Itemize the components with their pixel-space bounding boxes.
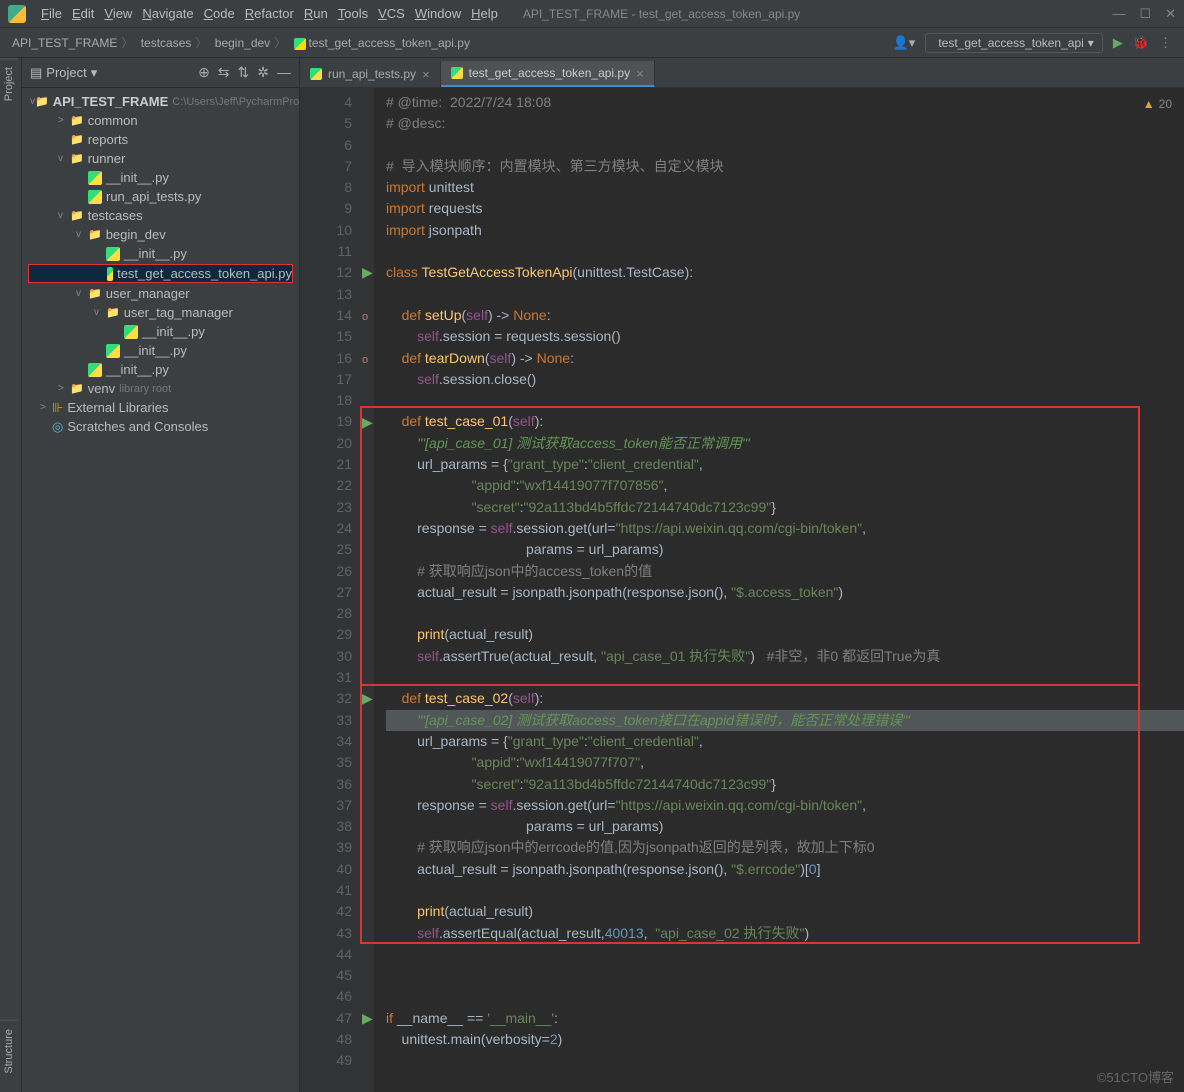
tree-item[interactable]: __init__.py xyxy=(22,244,299,263)
structure-tool-tab[interactable]: Structure xyxy=(0,1020,18,1082)
menu-tools[interactable]: Tools xyxy=(333,6,373,21)
tree-item[interactable]: __init__.py xyxy=(22,360,299,379)
chevron-down-icon: ▾ xyxy=(1088,36,1094,50)
gear-icon[interactable]: ✲ xyxy=(257,64,269,81)
tree-item[interactable]: v📁user_tag_manager xyxy=(22,303,299,322)
source-code[interactable]: ▲ 20 # @time: 2022/7/24 18:08# @desc:# 导… xyxy=(374,88,1184,1092)
hide-icon[interactable]: — xyxy=(277,64,291,81)
inspection-summary[interactable]: ▲ 20 xyxy=(1143,94,1172,115)
tree-item[interactable]: v📁begin_dev xyxy=(22,225,299,244)
tree-item[interactable]: 📁reports xyxy=(22,130,299,149)
debug-button[interactable]: 🐞 xyxy=(1133,35,1149,51)
app-logo-icon xyxy=(8,5,26,23)
left-tool-stripe: Project Structure xyxy=(0,58,22,1092)
project-sidebar: ▤ Project ▾ ⊕ ⇆ ⇅ ✲ — v📁API_TEST_FRAMEC:… xyxy=(22,58,300,1092)
project-tool-tab[interactable]: Project xyxy=(0,58,18,109)
gutter-marks: ▶▶▶▶oo xyxy=(360,88,374,1092)
breadcrumb[interactable]: API_TEST_FRAME〉 testcases〉 begin_dev〉 te… xyxy=(12,34,470,51)
user-icon[interactable]: 👤▾ xyxy=(893,35,916,51)
line-gutter[interactable]: 4567891011121314151617181920212223242526… xyxy=(300,88,360,1092)
menu-view[interactable]: View xyxy=(99,6,137,21)
tree-item[interactable]: __init__.py xyxy=(22,168,299,187)
menu-vcs[interactable]: VCS xyxy=(373,6,410,21)
tree-item[interactable]: test_get_access_token_api.py xyxy=(28,264,293,283)
tree-item[interactable]: >📁common xyxy=(22,111,299,130)
close-tab-icon[interactable]: × xyxy=(636,66,644,81)
menu-run[interactable]: Run xyxy=(299,6,333,21)
menu-refactor[interactable]: Refactor xyxy=(240,6,299,21)
editor-area: run_api_tests.py×test_get_access_token_a… xyxy=(300,58,1184,1092)
menu-window[interactable]: Window xyxy=(410,6,466,21)
collapse-icon[interactable]: ⇅ xyxy=(238,64,250,81)
run-config-selector[interactable]: test_get_access_token_api ▾ xyxy=(925,33,1102,53)
project-view-selector[interactable]: ▤ Project ▾ xyxy=(30,65,97,81)
nav-bar: API_TEST_FRAME〉 testcases〉 begin_dev〉 te… xyxy=(0,28,1184,58)
tree-item[interactable]: __init__.py xyxy=(22,341,299,360)
folder-icon: ▤ xyxy=(30,65,42,81)
locate-icon[interactable]: ⊕ xyxy=(198,64,210,81)
chevron-down-icon: ▾ xyxy=(91,65,98,81)
tree-item[interactable]: __init__.py xyxy=(22,322,299,341)
tree-item[interactable]: v📁user_manager xyxy=(22,284,299,303)
menu-edit[interactable]: Edit xyxy=(67,6,99,21)
tree-item[interactable]: v📁runner xyxy=(22,149,299,168)
tree-item[interactable]: ◎Scratches and Consoles xyxy=(22,417,299,436)
run-button[interactable]: ▶ xyxy=(1113,35,1123,51)
editor-tab[interactable]: test_get_access_token_api.py× xyxy=(441,61,655,87)
tree-item[interactable]: v📁testcases xyxy=(22,206,299,225)
more-actions-icon[interactable]: ⋮ xyxy=(1159,35,1172,51)
editor-tab[interactable]: run_api_tests.py× xyxy=(300,61,441,87)
close-icon[interactable]: ✕ xyxy=(1165,6,1176,22)
menu-navigate[interactable]: Navigate xyxy=(137,6,198,21)
window-title: API_TEST_FRAME - test_get_access_token_a… xyxy=(523,7,800,21)
menu-bar: FileEditViewNavigateCodeRefactorRunTools… xyxy=(0,0,1184,28)
menu-file[interactable]: File xyxy=(36,6,67,21)
editor-tabs: run_api_tests.py×test_get_access_token_a… xyxy=(300,58,1184,88)
tree-root[interactable]: v📁API_TEST_FRAMEC:\Users\Jeff\PycharmPro xyxy=(22,92,299,111)
python-icon xyxy=(294,38,306,50)
minimize-icon[interactable]: — xyxy=(1112,6,1125,22)
project-tree[interactable]: v📁API_TEST_FRAMEC:\Users\Jeff\PycharmPro… xyxy=(22,88,299,1092)
close-tab-icon[interactable]: × xyxy=(422,67,430,82)
watermark: ©51CTO博客 xyxy=(1097,1067,1174,1086)
expand-icon[interactable]: ⇆ xyxy=(218,64,230,81)
maximize-icon[interactable]: ☐ xyxy=(1139,6,1151,22)
tree-item[interactable]: run_api_tests.py xyxy=(22,187,299,206)
tree-item[interactable]: >📁venvlibrary root xyxy=(22,379,299,398)
warning-icon: ▲ xyxy=(1143,94,1155,115)
tree-item[interactable]: >⊪External Libraries xyxy=(22,398,299,417)
menu-code[interactable]: Code xyxy=(199,6,240,21)
code-editor[interactable]: 4567891011121314151617181920212223242526… xyxy=(300,88,1184,1092)
menu-help[interactable]: Help xyxy=(466,6,503,21)
